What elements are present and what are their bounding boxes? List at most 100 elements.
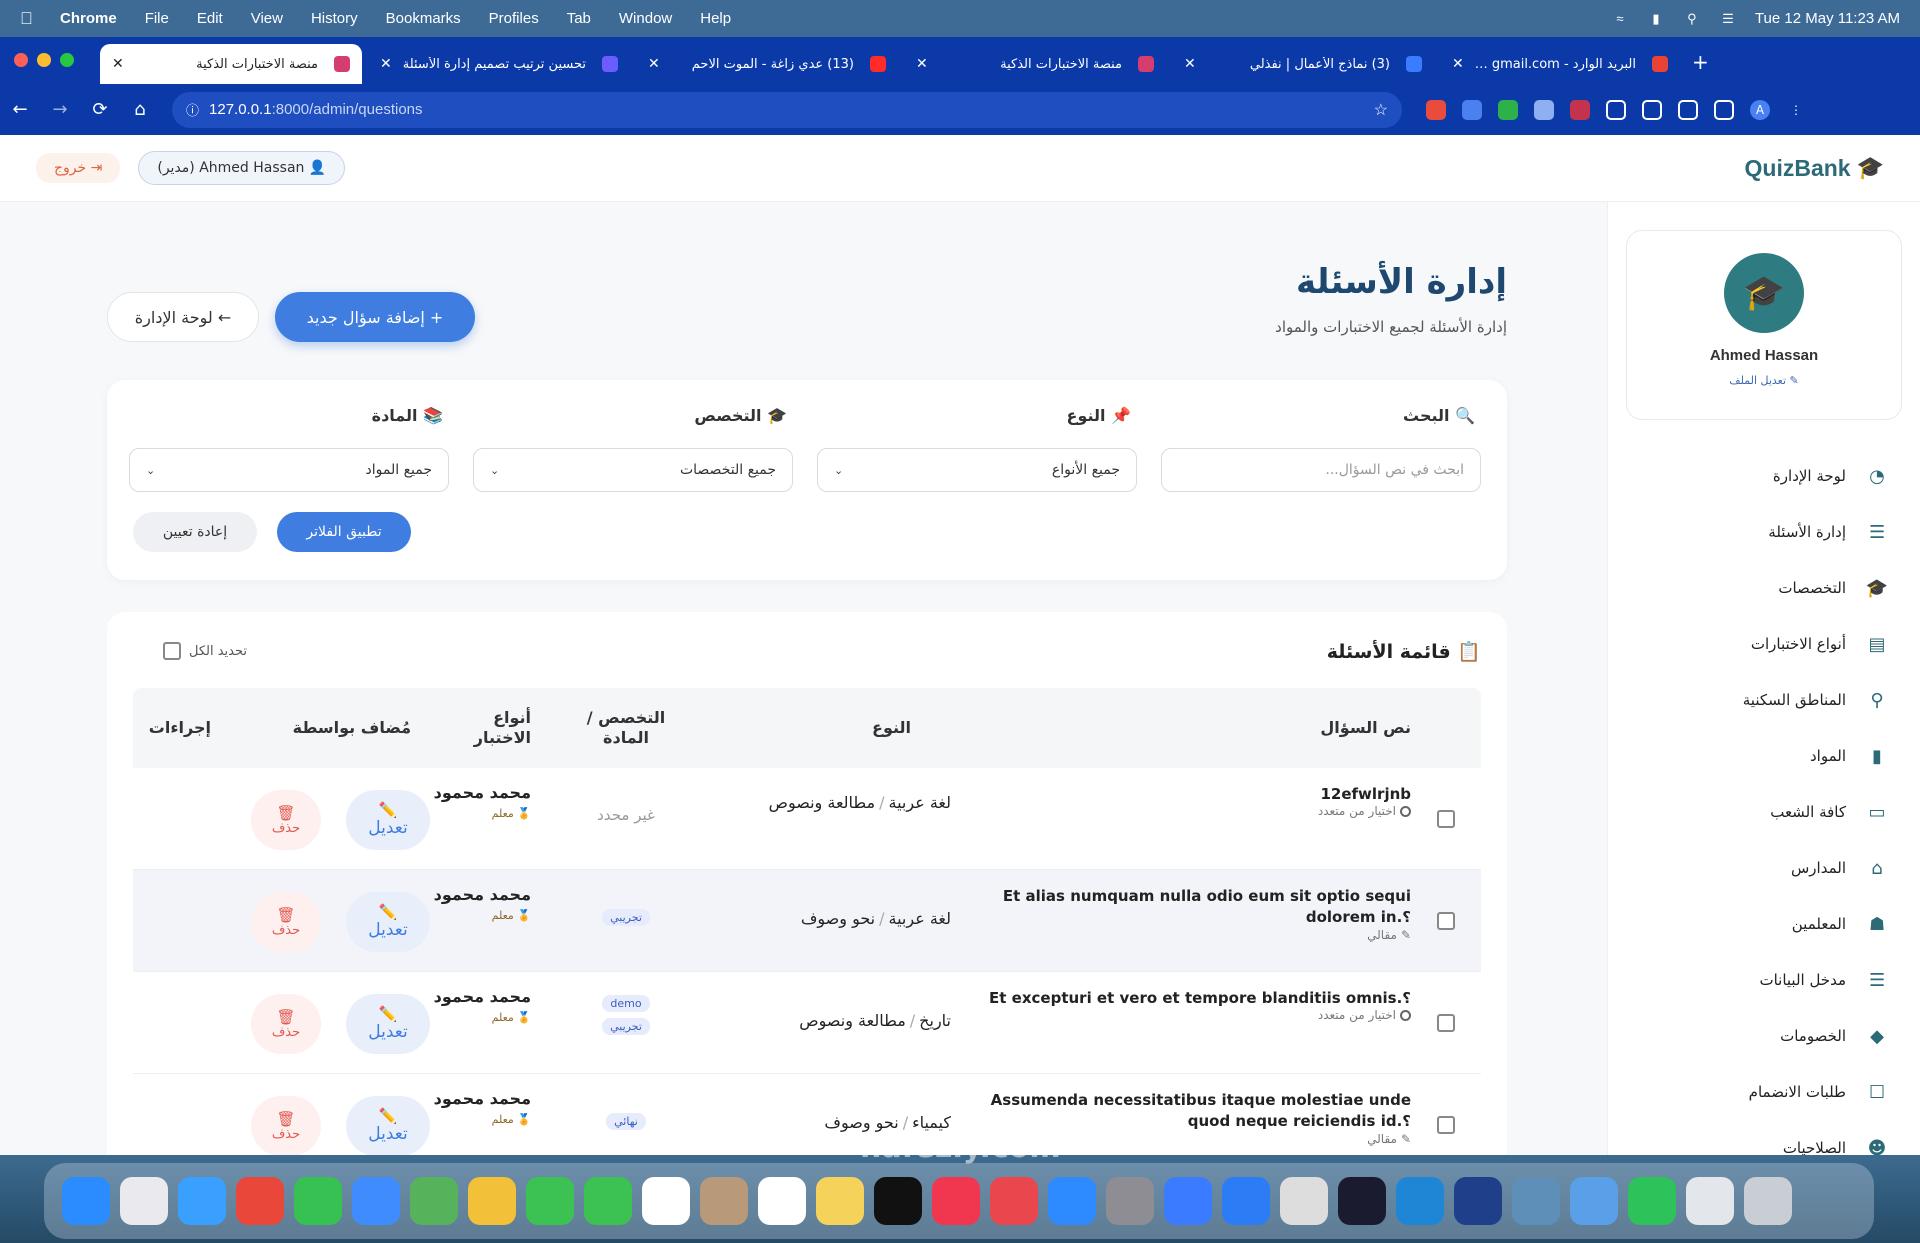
shield-icon[interactable] [1570,99,1590,120]
bookmark-star-icon[interactable]: ☆ [1374,100,1388,120]
edit-button[interactable]: ✏️ تعديل [346,994,430,1054]
edit-button[interactable]: ✏️ تعديل [346,790,430,850]
select-all-checkbox[interactable] [163,642,181,660]
calendar-icon[interactable] [642,1177,690,1225]
incognito-icon[interactable] [1642,99,1662,120]
media-icon[interactable] [1714,99,1734,120]
sidebar-item-1[interactable]: ☰ إدارة الأسئلة [1632,504,1890,560]
extension-icon[interactable] [1498,99,1518,120]
translate-icon[interactable] [1462,99,1482,120]
system-info-icon[interactable] [1280,1177,1328,1225]
clock[interactable]: Tue 12 May 11:23 AM [1755,10,1900,27]
question-text[interactable]: Assumenda necessitatibus itaque molestia… [951,1090,1411,1132]
finder-icon[interactable] [62,1177,110,1225]
delete-button[interactable]: 🗑 حذف [251,790,321,850]
sidebar-item-6[interactable]: ▭ كافة الشعب [1632,784,1890,840]
preview-icon[interactable] [1686,1177,1734,1225]
media-app-icon[interactable] [1454,1177,1502,1225]
spec-select[interactable]: جميع التخصصات ⌄ [473,448,793,492]
tv-icon[interactable] [874,1177,922,1225]
phone-icon[interactable] [584,1177,632,1225]
new-tab-button[interactable]: + [1692,50,1709,74]
menu-edit[interactable]: Edit [197,10,223,27]
settings-icon[interactable] [1106,1177,1154,1225]
delete-button[interactable]: 🗑 حذف [251,1096,321,1155]
menu-history[interactable]: History [311,10,358,27]
search-input[interactable]: ابحث في نص السؤال... [1161,448,1481,492]
wifi-icon[interactable]: ≈ [1611,10,1629,28]
launchpad-icon[interactable] [120,1177,168,1225]
menu-app[interactable]: Chrome [60,10,117,27]
menu-help[interactable]: Help [700,10,731,27]
browser-tab-2[interactable]: تحسين ترتيب تصميم إدارة الأسئلة ✕ [368,44,630,84]
question-text[interactable]: Et alias numquam nulla odio eum sit opti… [951,886,1411,928]
reminders-icon[interactable] [758,1177,806,1225]
menu-bookmarks[interactable]: Bookmarks [386,10,461,27]
apply-filters-button[interactable]: تطبيق الفلاتر [277,512,411,552]
search-icon[interactable]: ⚲ [1683,10,1701,28]
control-center-icon[interactable]: ☰ [1719,10,1737,28]
apple-icon[interactable]:  [20,9,50,29]
delete-button[interactable]: 🗑 حذف [251,994,321,1054]
battery-icon[interactable]: ▮ [1647,10,1665,28]
chrome-icon[interactable] [236,1177,284,1225]
weather-icon[interactable] [1570,1177,1618,1225]
more-menu-icon[interactable]: ⋮ [1786,100,1806,120]
edit-button[interactable]: ✏️ تعديل [346,1096,430,1155]
mail-icon[interactable] [352,1177,400,1225]
browser-tab-3[interactable]: (13) عدي زاغة - الموت الاحم ✕ [636,44,898,84]
close-icon[interactable]: ✕ [648,56,660,72]
app-store-icon[interactable] [1048,1177,1096,1225]
key-icon[interactable] [1678,99,1698,120]
logout-button[interactable]: ⇥ خروج [36,153,121,183]
notes-icon[interactable] [816,1177,864,1225]
menu-window[interactable]: Window [619,10,672,27]
site-info-icon[interactable]: ⓘ [186,100,199,119]
back-to-dashboard-button[interactable]: ← لوحة الإدارة [107,292,259,342]
sidebar-item-10[interactable]: ◆ الخصومات [1632,1008,1890,1064]
minimize-window-button[interactable] [37,53,51,67]
whatsapp-icon[interactable] [1628,1177,1676,1225]
question-text[interactable]: Et excepturi et vero et tempore blanditi… [951,988,1411,1009]
extension-icon[interactable] [1534,99,1554,120]
reset-filters-button[interactable]: إعادة تعيين [133,512,257,552]
xcode-icon[interactable] [1164,1177,1212,1225]
forward-icon[interactable]: → [40,99,80,120]
vscode-icon[interactable] [1396,1177,1444,1225]
back-icon[interactable]: ← [0,99,40,120]
add-question-button[interactable]: + إضافة سؤال جديد [275,292,475,342]
edit-profile-link[interactable]: ✎ تعديل الملف [1627,374,1901,387]
profile-avatar-icon[interactable]: A [1750,99,1770,120]
browser-tab-5[interactable]: (3) نماذج الأعمال | نفذلي ✕ [1172,44,1434,84]
close-icon[interactable]: ✕ [916,56,928,72]
browser-tab-6[interactable]: البريد الوارد - Gmail ‪gmail.com‬✕ [1440,44,1680,84]
photos-icon[interactable] [468,1177,516,1225]
menu-file[interactable]: File [145,10,169,27]
facetime-icon[interactable] [526,1177,574,1225]
sidebar-item-9[interactable]: ☰ مدخل البيانات [1632,952,1890,1008]
browser-tab-1[interactable]: منصة الاختبارات الذكية ✕ [100,44,362,84]
zoom-window-button[interactable] [60,53,74,67]
question-text[interactable]: 12efwlrjnb [951,784,1411,805]
menu-profiles[interactable]: Profiles [489,10,539,27]
rocket-icon[interactable] [990,1177,1038,1225]
menu-tab[interactable]: Tab [567,10,591,27]
close-icon[interactable]: ✕ [1452,56,1464,72]
sidebar-item-7[interactable]: ⌂ المدارس [1632,840,1890,896]
sidebar-item-0[interactable]: ◔ لوحة الإدارة [1632,448,1890,504]
messages-icon[interactable] [294,1177,342,1225]
reload-icon[interactable]: ⟳ [80,99,120,120]
close-icon[interactable]: ✕ [380,56,392,72]
disk-icon[interactable] [1512,1177,1560,1225]
close-icon[interactable]: ✕ [1184,56,1196,72]
delete-button[interactable]: 🗑 حذف [251,892,321,952]
user-pill[interactable]: 👤 Ahmed Hassan (مدير) [138,151,346,185]
edit-button[interactable]: ✏️ تعديل [346,892,430,952]
home-icon[interactable]: ⌂ [120,99,160,120]
select-all[interactable]: تحديد الكل [163,642,247,660]
sidebar-item-5[interactable]: ▮ المواد [1632,728,1890,784]
sidebar-item-11[interactable]: ☐ طلبات الانضمام [1632,1064,1890,1120]
row-checkbox[interactable] [1437,1014,1455,1032]
instruments-icon[interactable] [1222,1177,1270,1225]
sidebar-item-8[interactable]: ☗ المعلمين [1632,896,1890,952]
